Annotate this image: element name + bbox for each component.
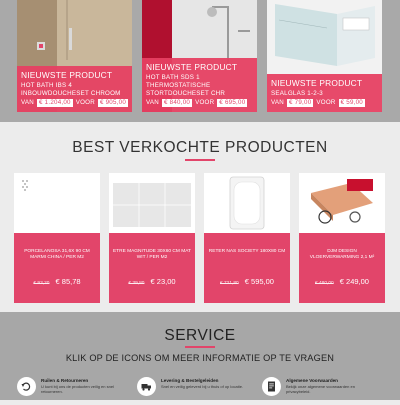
price: € 85,78 <box>55 277 81 286</box>
return-icon[interactable] <box>17 377 36 396</box>
product-name: SEALGLAS 1-2-3 <box>271 90 323 97</box>
title-underline <box>185 159 215 161</box>
service-title: Levering & Bestelgeleiden <box>161 378 219 383</box>
title-underline <box>185 346 215 348</box>
featured-products: NIEUWSTE PRODUCT HOT BATH IBS 4 INBOUWDO… <box>0 0 400 122</box>
price: € 249,00 <box>339 277 369 286</box>
product-overlay: NIEUWSTE PRODUCT HOT BATH SDS 1 THERMOST… <box>142 58 257 112</box>
section-title: BEST VERKOCHTE PRODUCTEN <box>72 139 328 156</box>
product-overlay: NIEUWSTE PRODUCT SEALGLAS 1-2-3 VAN € 79… <box>267 74 382 112</box>
featured-product-card[interactable]: NIEUWSTE PRODUCT HOT BATH SDS 1 THERMOST… <box>142 0 257 112</box>
product-price-line: VAN € 840,00 VOOR € 695,00 <box>146 99 253 107</box>
section-subtitle: KLIK OP DE ICONS OM MEER INFORMATIE OP T… <box>65 353 335 363</box>
service-title: Algemene Voorwaarden <box>286 378 338 383</box>
best-sellers-section: BEST VERKOCHTE PRODUCTEN PORCELANOSA 31,… <box>0 122 400 312</box>
service-section: SERVICE KLIK OP DE ICONS OM MEER INFORMA… <box>0 312 400 400</box>
product-image <box>299 173 385 233</box>
price-mid: VOOR <box>316 99 336 106</box>
new-price: € 695,00 <box>217 99 248 107</box>
product-card[interactable]: ETRE MAGNITUDE 30X60 CM MAT WIT / PER M2… <box>109 173 195 303</box>
service-title: Ruilen & Retourneren <box>41 378 89 383</box>
price-prefix: VAN <box>146 99 160 106</box>
old-price: € 93,20 <box>33 281 50 286</box>
price-prefix: VAN <box>271 99 285 106</box>
product-name: HOT BATH IBS 4 INBOUWDOUCHESET CHROOM <box>21 82 121 97</box>
price-mid: VOOR <box>195 99 215 106</box>
product-kicker: NIEUWSTE PRODUCT <box>271 78 363 88</box>
product-info: ETRE MAGNITUDE 30X60 CM MAT WIT / PER M2… <box>109 233 195 303</box>
product-card[interactable]: RETER NAS SOCIETY 180X80 CM € 721,80 € 5… <box>204 173 290 303</box>
product-card[interactable]: PORCELANOSA 31,6X 90 CM MARMI CHINA / PE… <box>14 173 100 303</box>
service-item[interactable]: Algemene Voorwaarden Bekijk onze algemen… <box>262 375 377 405</box>
product-name: HOT BATH SDS 1 THERMOSTATISCHE STORTDOUC… <box>146 74 226 97</box>
product-name: RETER NAS SOCIETY 180X80 CM <box>208 249 286 254</box>
old-price: € 79,00 <box>287 99 314 107</box>
product-kicker: NIEUWSTE PRODUCT <box>146 62 238 72</box>
new-price: € 905,00 <box>97 99 129 107</box>
product-image <box>109 173 195 233</box>
section-title: SERVICE <box>164 327 236 344</box>
service-item[interactable]: Ruilen & Retourneren U kunt bij ons de p… <box>17 375 132 405</box>
product-price-line: VAN € 1.204,00 VOOR € 905,00 <box>21 99 129 107</box>
service-desc: Snel en veilig geleverd bij u thuis of o… <box>161 384 244 389</box>
price: € 23,00 <box>150 277 176 286</box>
price-mid: VOOR <box>75 99 95 106</box>
product-info: DJM DESIGN VLOERVERWARMING 2,1 M² € 480,… <box>299 233 385 303</box>
featured-product-card[interactable]: NIEUWSTE PRODUCT SEALGLAS 1-2-3 VAN € 79… <box>267 0 382 112</box>
delivery-icon[interactable] <box>137 377 156 396</box>
product-image <box>14 173 100 233</box>
product-image <box>204 173 290 233</box>
product-kicker: NIEUWSTE PRODUCT <box>21 70 113 80</box>
old-price: € 721,80 <box>220 281 239 286</box>
featured-product-card[interactable]: NIEUWSTE PRODUCT HOT BATH IBS 4 INBOUWDO… <box>17 0 132 112</box>
product-card[interactable]: DJM DESIGN VLOERVERWARMING 2,1 M² € 480,… <box>299 173 385 303</box>
product-prices: € 480,00 € 249,00 <box>299 277 385 286</box>
price: € 595,00 <box>244 277 274 286</box>
product-price-line: VAN € 79,00 VOOR € 59,00 <box>271 99 378 107</box>
product-prices: € 39,80 € 23,00 <box>109 277 195 286</box>
product-prices: € 721,80 € 595,00 <box>204 277 290 286</box>
document-icon[interactable] <box>262 377 281 396</box>
price-prefix: VAN <box>21 99 35 106</box>
product-info: RETER NAS SOCIETY 180X80 CM € 721,80 € 5… <box>204 233 290 303</box>
old-price: € 39,80 <box>128 281 145 286</box>
product-prices: € 93,20 € 85,78 <box>14 277 100 286</box>
product-name: DJM DESIGN VLOERVERWARMING 2,1 M² <box>309 249 375 260</box>
new-price: € 59,00 <box>338 99 366 107</box>
old-price: € 1.204,00 <box>37 99 73 107</box>
service-desc: U kunt bij ons de producten veilig en sn… <box>41 384 114 394</box>
product-name: ETRE MAGNITUDE 30X60 CM MAT WIT / PER M2 <box>112 249 191 260</box>
service-desc: Bekijk onze algemene voorwaarden en priv… <box>286 384 355 394</box>
service-item[interactable]: Levering & Bestelgeleiden Snel en veilig… <box>137 375 252 405</box>
old-price: € 480,00 <box>315 281 334 286</box>
product-name: PORCELANOSA 31,6X 90 CM MARMI CHINA / PE… <box>24 249 90 260</box>
product-info: PORCELANOSA 31,6X 90 CM MARMI CHINA / PE… <box>14 233 100 303</box>
old-price: € 840,00 <box>162 99 193 107</box>
product-overlay: NIEUWSTE PRODUCT HOT BATH IBS 4 INBOUWDO… <box>17 66 132 112</box>
